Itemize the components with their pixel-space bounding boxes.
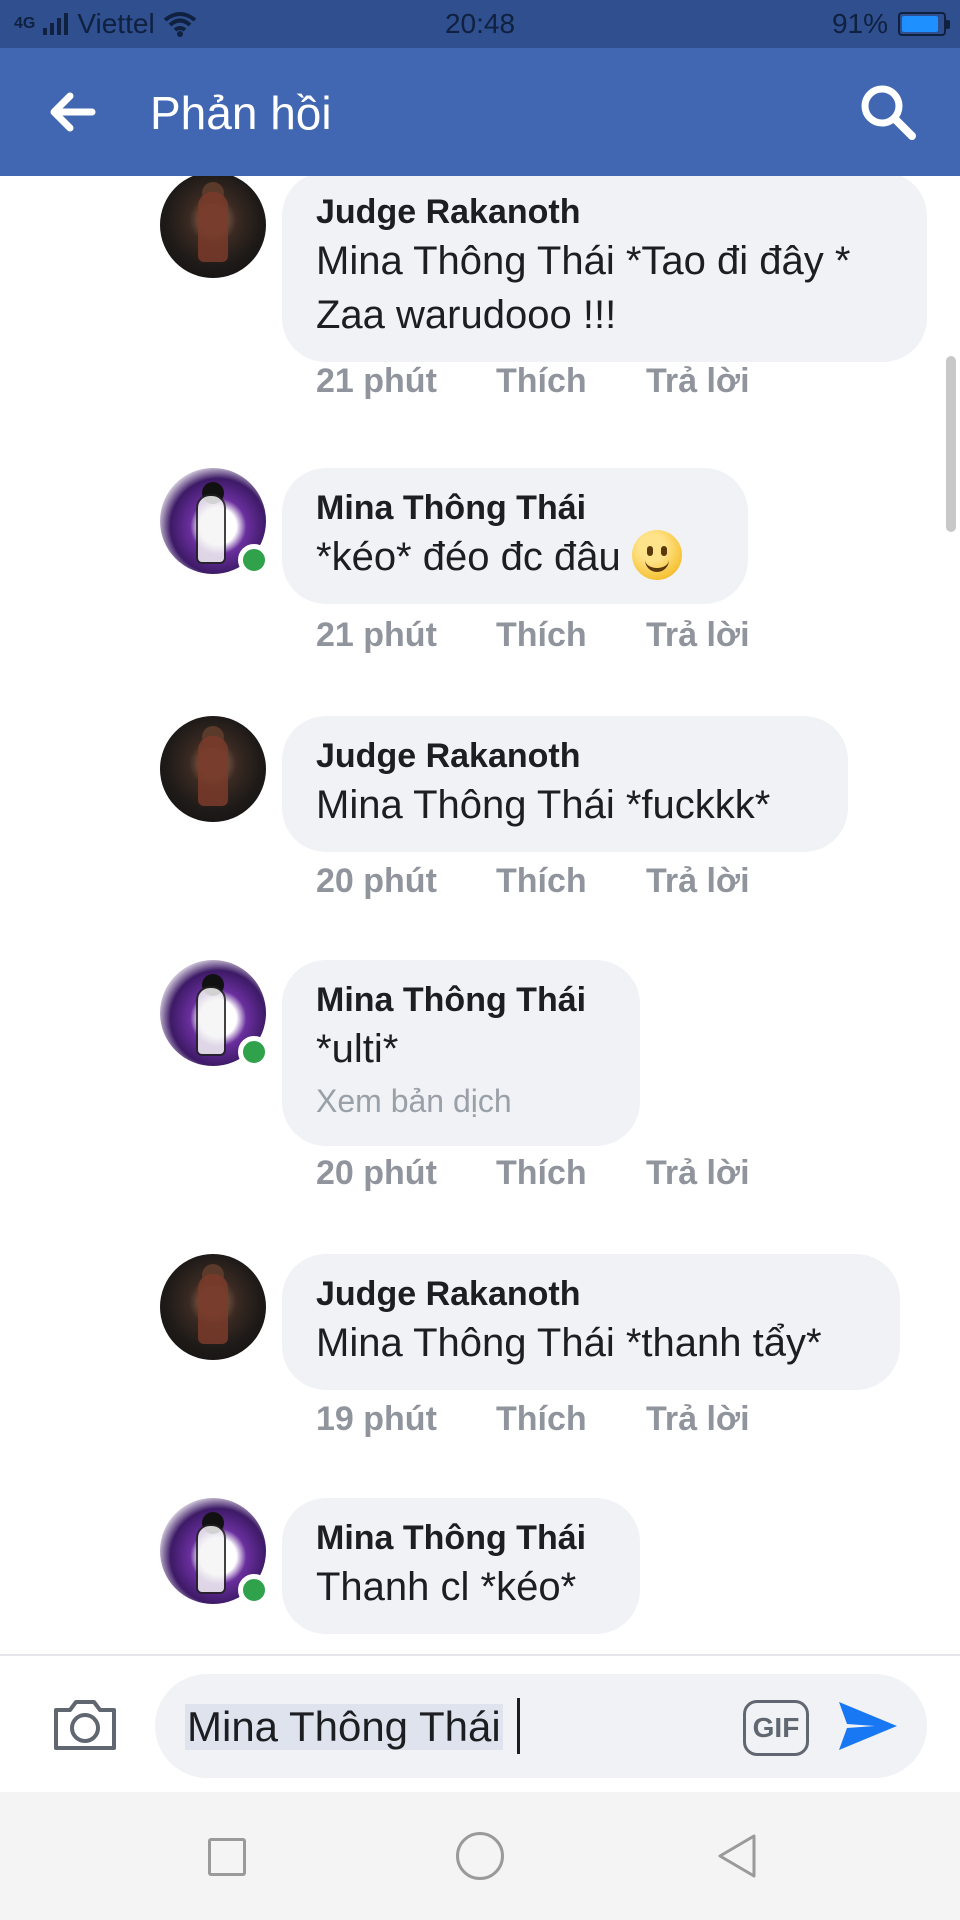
comment-text: Mina Thông Thái *Tao đi đây * Zaa warudo… [316, 239, 851, 337]
comment-time[interactable]: 21 phút [316, 362, 496, 401]
comment-author[interactable]: Mina Thông Thái [316, 486, 714, 530]
reply-composer: Mina Thông Thái GIF [0, 1654, 960, 1792]
comment-text-line: *kéo* đéo đc đâu [316, 530, 714, 584]
battery-percent: 91% [831, 8, 888, 39]
avatar[interactable] [160, 176, 266, 278]
comment-bubble[interactable]: Mina Thông Thái *kéo* đéo đc đâu [282, 468, 748, 604]
comment-text: Mina Thông Thái *thanh tẩy* [316, 1321, 822, 1365]
back-button[interactable] [44, 88, 100, 136]
like-button[interactable]: Thích [496, 616, 646, 655]
reply-button[interactable]: Trả lời [646, 362, 750, 401]
status-right: 91% [831, 8, 950, 40]
avatar[interactable] [160, 1254, 266, 1360]
see-translation-link[interactable]: Xem bản dịch [316, 1076, 606, 1126]
comment-text: *kéo* đéo đc đâu [316, 535, 621, 579]
reply-input[interactable]: Mina Thông Thái GIF [155, 1674, 927, 1778]
like-button[interactable]: Thích [496, 362, 646, 401]
avatar-figure [196, 986, 226, 1056]
triangle-back-icon [718, 1834, 756, 1878]
comment-bubble[interactable]: Mina Thông Thái *ulti* Xem bản dịch [282, 960, 640, 1146]
search-icon [861, 85, 916, 140]
avatar-figure [196, 494, 226, 564]
comment-text: Thanh cl *kéo* [316, 1565, 577, 1609]
battery-fill [902, 16, 939, 32]
comment-time[interactable]: 20 phút [316, 1154, 496, 1193]
comment-author[interactable]: Judge Rakanoth [316, 734, 814, 778]
like-button[interactable]: Thích [496, 1154, 646, 1193]
comment-actions: 20 phút Thích Trả lời [316, 1154, 750, 1193]
comment-author[interactable]: Judge Rakanoth [316, 190, 893, 234]
battery-icon [898, 12, 950, 36]
comment-actions: 21 phút Thích Trả lời [316, 616, 750, 655]
comment-text: *ulti* [316, 1027, 399, 1071]
online-status-dot [238, 544, 270, 576]
like-button[interactable]: Thích [496, 862, 646, 901]
reply-button[interactable]: Trả lời [646, 862, 750, 901]
search-button[interactable] [858, 82, 918, 142]
comment-bubble[interactable]: Judge Rakanoth Mina Thông Thái *fuckkk* [282, 716, 848, 852]
slightly-smiling-face-icon [631, 530, 682, 580]
comment-bubble[interactable]: Judge Rakanoth Mina Thông Thái *thanh tẩ… [282, 1254, 900, 1390]
comment-bubble[interactable]: Mina Thông Thái Thanh cl *kéo* [282, 1498, 640, 1634]
text-caret [517, 1698, 520, 1754]
scrollbar[interactable] [946, 356, 956, 532]
system-back-button[interactable] [714, 1832, 760, 1880]
reply-input-text[interactable]: Mina Thông Thái [185, 1704, 503, 1750]
avatar-figure [198, 736, 228, 806]
comment-actions: 19 phút Thích Trả lời [316, 1400, 750, 1439]
send-icon [839, 1702, 897, 1750]
online-status-dot [238, 1036, 270, 1068]
comment-actions: 21 phút Thích Trả lời [316, 362, 750, 401]
comment-actions: 20 phút Thích Trả lời [316, 862, 750, 901]
comment-author[interactable]: Judge Rakanoth [316, 1272, 866, 1316]
comment-thread[interactable]: Judge Rakanoth Mina Thông Thái *Tao đi đ… [0, 176, 960, 1654]
reply-button[interactable]: Trả lời [646, 1400, 750, 1439]
page-title: Phản hồi [150, 87, 332, 139]
clock: 20:48 [444, 8, 516, 39]
camera-button[interactable] [50, 1694, 120, 1754]
avatar-figure [198, 192, 228, 262]
recent-apps-button[interactable] [208, 1838, 246, 1876]
reply-button[interactable]: Trả lời [646, 1154, 750, 1193]
home-button[interactable] [456, 1832, 504, 1880]
online-status-dot [238, 1574, 270, 1606]
app-header: Phản hồi [0, 48, 960, 176]
avatar-figure [198, 1274, 228, 1344]
system-navigation-bar [0, 1792, 960, 1920]
reply-button[interactable]: Trả lời [646, 616, 750, 655]
comment-time[interactable]: 20 phút [316, 862, 496, 901]
avatar[interactable] [160, 716, 266, 822]
avatar-figure [196, 1524, 226, 1594]
comment-time[interactable]: 21 phút [316, 616, 496, 655]
status-bar: 4G Viettel 20:48 91% [0, 0, 960, 48]
comment-author[interactable]: Mina Thông Thái [316, 1516, 606, 1560]
arrow-left-icon [50, 92, 96, 132]
comment-time[interactable]: 19 phút [316, 1400, 496, 1439]
send-button[interactable] [835, 1696, 901, 1756]
comment-text: Mina Thông Thái *fuckkk* [316, 783, 771, 827]
like-button[interactable]: Thích [496, 1400, 646, 1439]
gif-button[interactable]: GIF [743, 1700, 809, 1756]
camera-icon [54, 1700, 116, 1750]
comment-bubble[interactable]: Judge Rakanoth Mina Thông Thái *Tao đi đ… [282, 176, 927, 362]
comment-author[interactable]: Mina Thông Thái [316, 978, 606, 1022]
